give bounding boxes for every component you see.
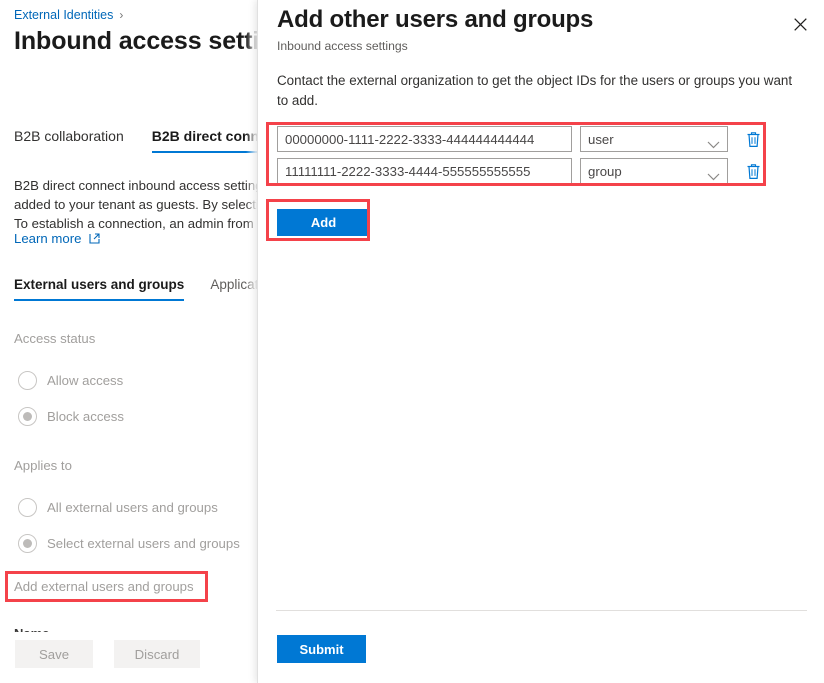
description-line-1: B2B direct connect inbound access settin… (14, 176, 270, 195)
object-type-select-wrapper-2: group (580, 158, 728, 184)
radio-allow-access[interactable]: Allow access (18, 371, 123, 390)
object-type-select-wrapper-1: user (580, 126, 728, 152)
discard-button[interactable]: Discard (114, 640, 200, 668)
submit-button[interactable]: Submit (277, 635, 366, 663)
primary-pivot-tabs: B2B collaboration B2B direct connect (14, 128, 270, 153)
radio-select-external-users-indicator (18, 534, 37, 553)
radio-block-access-label: Block access (47, 409, 124, 424)
radio-select-external-users-label: Select external users and groups (47, 536, 240, 551)
secondary-pivot-tabs: External users and groupsApplications (14, 276, 270, 301)
radio-allow-access-label: Allow access (47, 373, 123, 388)
object-type-select-2[interactable]: group (580, 158, 728, 184)
screenshot-root: External Identities › Inbound access sett… (0, 0, 824, 683)
radio-all-external-users-indicator (18, 498, 37, 517)
panel-title: Add other users and groups (277, 6, 593, 34)
object-type-select-1[interactable]: user (580, 126, 728, 152)
learn-more-label: Learn more (14, 231, 81, 246)
tab-external-users-and-groups[interactable]: External users and groups (14, 277, 184, 301)
entry-row: group (277, 158, 762, 184)
add-other-users-and-groups-panel: Add other users and groups Inbound acces… (257, 0, 824, 683)
inbound-access-settings-blade: External Identities › Inbound access sett… (0, 0, 270, 683)
panel-instruction: Contact the external organization to get… (277, 71, 802, 111)
learn-more-link[interactable]: Learn more (14, 231, 100, 247)
radio-all-external-users[interactable]: All external users and groups (18, 498, 218, 517)
radio-select-external-users[interactable]: Select external users and groups (18, 534, 240, 553)
delete-entry-button-1[interactable] (744, 129, 762, 149)
blade-description: B2B direct connect inbound access settin… (14, 176, 270, 233)
radio-all-external-users-label: All external users and groups (47, 500, 218, 515)
tab-b2b-collaboration[interactable]: B2B collaboration (14, 128, 124, 153)
breadcrumb-external-identities[interactable]: External Identities (14, 8, 113, 22)
tab-b2b-direct-connect[interactable]: B2B direct connect (152, 128, 270, 153)
description-line-2: added to your tenant as guests. By selec… (14, 195, 270, 214)
add-external-users-and-groups-link[interactable]: Add external users and groups (14, 579, 194, 594)
breadcrumb-chevron-icon: › (119, 8, 123, 22)
radio-block-access[interactable]: Block access (18, 407, 124, 426)
object-id-input-2[interactable] (277, 158, 572, 184)
panel-footer-divider (276, 610, 807, 611)
breadcrumb: External Identities › (14, 8, 123, 22)
entry-row: user (277, 126, 762, 152)
panel-subtitle: Inbound access settings (277, 39, 408, 53)
add-button[interactable]: Add (277, 209, 370, 236)
radio-allow-access-indicator (18, 371, 37, 390)
object-id-input-1[interactable] (277, 126, 572, 152)
blade-command-bar: Save Discard (0, 632, 262, 683)
access-status-label: Access status (14, 331, 95, 346)
external-link-icon (89, 232, 100, 247)
applies-to-label: Applies to (14, 458, 72, 473)
page-title: Inbound access settings (14, 27, 270, 56)
radio-block-access-indicator (18, 407, 37, 426)
close-icon[interactable] (784, 8, 816, 40)
save-button[interactable]: Save (15, 640, 93, 668)
delete-entry-button-2[interactable] (744, 161, 762, 181)
